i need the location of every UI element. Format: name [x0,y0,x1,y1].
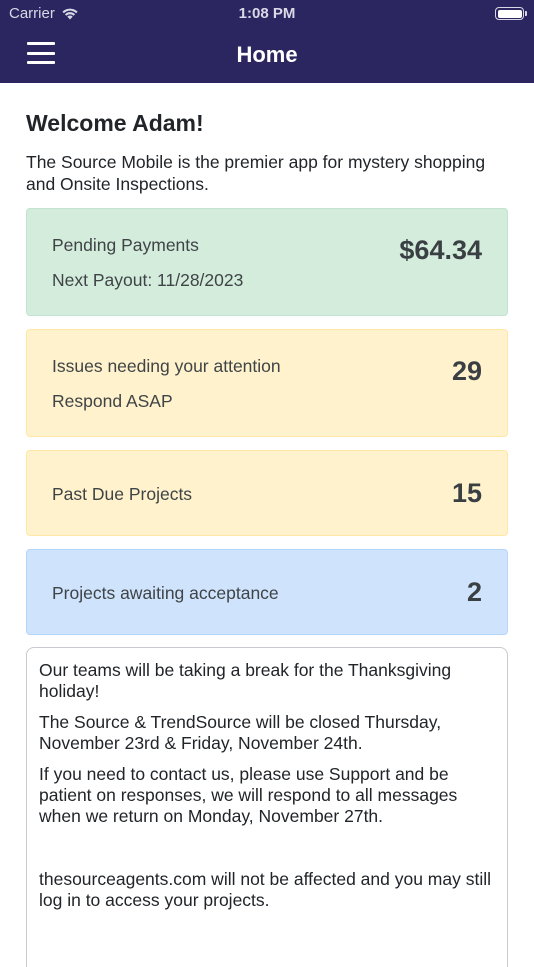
announcement-paragraph: thesourceagents.com will not be affected… [39,869,492,910]
issues-card[interactable]: Issues needing your attention Respond AS… [26,329,508,437]
announcement-box[interactable]: Our teams will be taking a break for the… [26,647,508,967]
battery-icon [495,7,527,20]
awaiting-acceptance-card[interactable]: Projects awaiting acceptance 2 [26,549,508,635]
intro-text: The Source Mobile is the premier app for… [26,152,486,194]
announcement-paragraph: The Source & TrendSource will be closed … [39,712,442,753]
past-due-projects-card[interactable]: Past Due Projects 15 [26,450,508,536]
awaiting-acceptance-count: 2 [466,577,482,607]
issues-count: 29 [451,356,482,386]
respond-asap-label: Respond ASAP [52,391,173,411]
welcome-heading: Welcome Adam! [26,110,204,136]
announcement-paragraph: Our teams will be taking a break for the… [39,660,452,701]
status-bar: Carrier 1:08 PM [0,0,534,28]
status-time: 1:08 PM [238,5,296,22]
pending-payments-label: Pending Payments [52,235,199,255]
past-due-projects-count: 15 [451,478,482,508]
announcement-paragraph: If you need to contact us, please use Su… [39,764,458,826]
pending-payments-card[interactable]: Pending Payments Next Payout: 11/28/2023… [26,208,508,316]
past-due-projects-label: Past Due Projects [52,484,193,504]
navigation-bar: Home [0,28,534,83]
next-payout-label: Next Payout: 11/28/2023 [52,270,244,290]
issues-label: Issues needing your attention [52,356,281,376]
awaiting-acceptance-label: Projects awaiting acceptance [52,583,279,603]
page-title: Home [236,42,298,67]
pending-payments-amount: $64.34 [399,235,482,265]
